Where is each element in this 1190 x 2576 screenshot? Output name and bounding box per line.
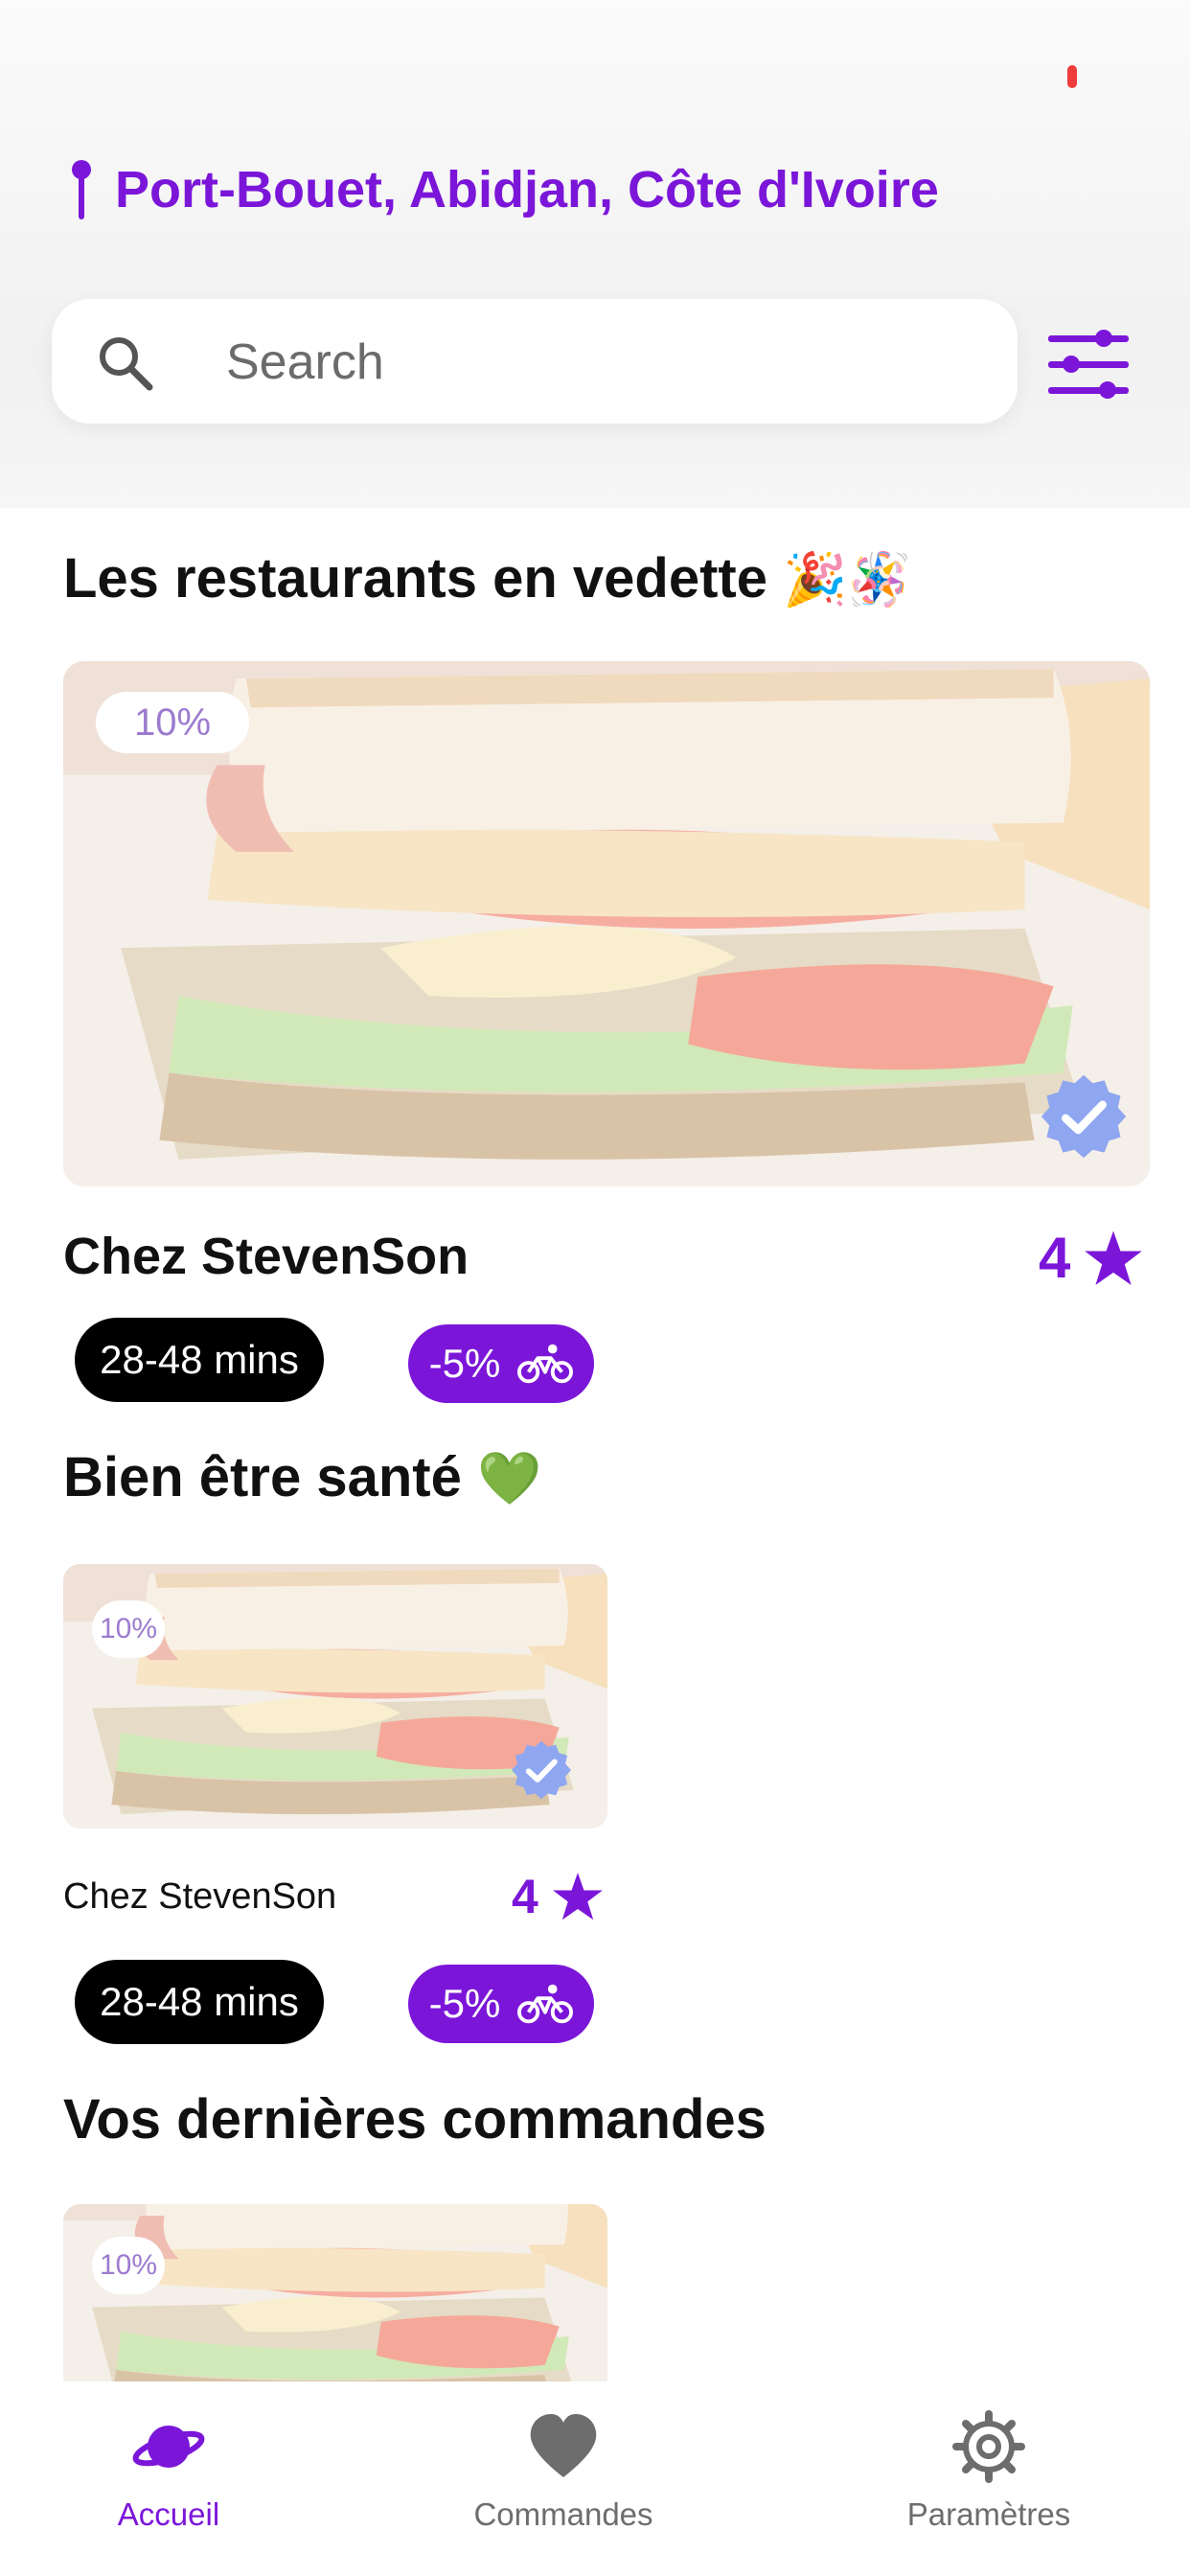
delivery-time-pill: 28-48 mins (75, 1318, 324, 1402)
pin-icon (72, 160, 91, 219)
section-title-text: Bien être santé (63, 1446, 462, 1508)
search-icon (100, 337, 153, 391)
delivery-discount-pill: -5% (408, 1324, 594, 1403)
discount-badge: 10% (92, 2237, 165, 2294)
tab-orders[interactable]: Commandes (439, 2410, 688, 2533)
verified-icon (1039, 1071, 1129, 1162)
gear-icon (952, 2410, 1025, 2483)
wellness-restaurant-image[interactable]: 10% (63, 1564, 607, 1828)
star-icon (1084, 1229, 1143, 1288)
tab-label: Commandes (473, 2496, 653, 2532)
rating-value: 4 (512, 1870, 538, 1923)
restaurant-name[interactable]: Chez StevenSon (63, 1876, 336, 1918)
discount-badge: 10% (96, 692, 249, 753)
rating-value: 4 (1039, 1226, 1071, 1290)
section-title-wellness: Bien être santé 💚 (63, 1445, 541, 1509)
status-indicator (1067, 65, 1077, 88)
location-selector[interactable]: Port-Bouet, Abidjan, Côte d'Ivoire (67, 160, 939, 219)
search-bar[interactable] (52, 299, 1018, 424)
delivery-discount-value: -5% (428, 1341, 501, 1386)
star-icon (552, 1871, 604, 1922)
verified-icon (510, 1738, 573, 1802)
header: Port-Bouet, Abidjan, Côte d'Ivoire (0, 0, 1190, 508)
restaurant-name[interactable]: Chez StevenSon (63, 1227, 469, 1286)
tab-label: Paramètres (906, 2496, 1071, 2532)
location-label: Port-Bouet, Abidjan, Côte d'Ivoire (115, 161, 939, 218)
section-title-text: Vos dernières commandes (63, 2088, 767, 2150)
filter-icon[interactable] (1046, 326, 1131, 402)
section-title-recent: Vos dernières commandes (63, 2087, 767, 2151)
featured-restaurant-image[interactable]: 10% (63, 661, 1150, 1186)
section-title-text: Les restaurants en vedette (63, 547, 767, 610)
search-input[interactable] (224, 328, 975, 397)
discount-badge: 10% (92, 1600, 165, 1658)
party-emoji: 🎉🪅 (783, 549, 912, 610)
delivery-discount-pill: -5% (408, 1965, 594, 2043)
restaurant-rating: 4 (512, 1869, 604, 1924)
delivery-time-pill: 28-48 mins (75, 1960, 324, 2044)
image-overlay (63, 2204, 607, 2386)
bike-icon (517, 1343, 573, 1385)
tab-home[interactable]: Accueil (44, 2410, 293, 2533)
recent-order-image[interactable]: 10% (63, 2204, 607, 2386)
planet-icon (132, 2426, 205, 2468)
bottom-tab-bar: Accueil Commandes Paramètres (0, 2381, 1190, 2576)
tab-settings[interactable]: Paramètres (864, 2410, 1113, 2533)
tab-label: Accueil (117, 2496, 220, 2532)
restaurant-rating: 4 (1039, 1225, 1143, 1291)
delivery-discount-value: -5% (428, 1981, 501, 2026)
heart-icon (530, 2414, 597, 2477)
green-heart-emoji: 💚 (476, 1448, 542, 1508)
section-title-featured: Les restaurants en vedette 🎉🪅 (63, 546, 912, 610)
bike-icon (517, 1983, 573, 2025)
